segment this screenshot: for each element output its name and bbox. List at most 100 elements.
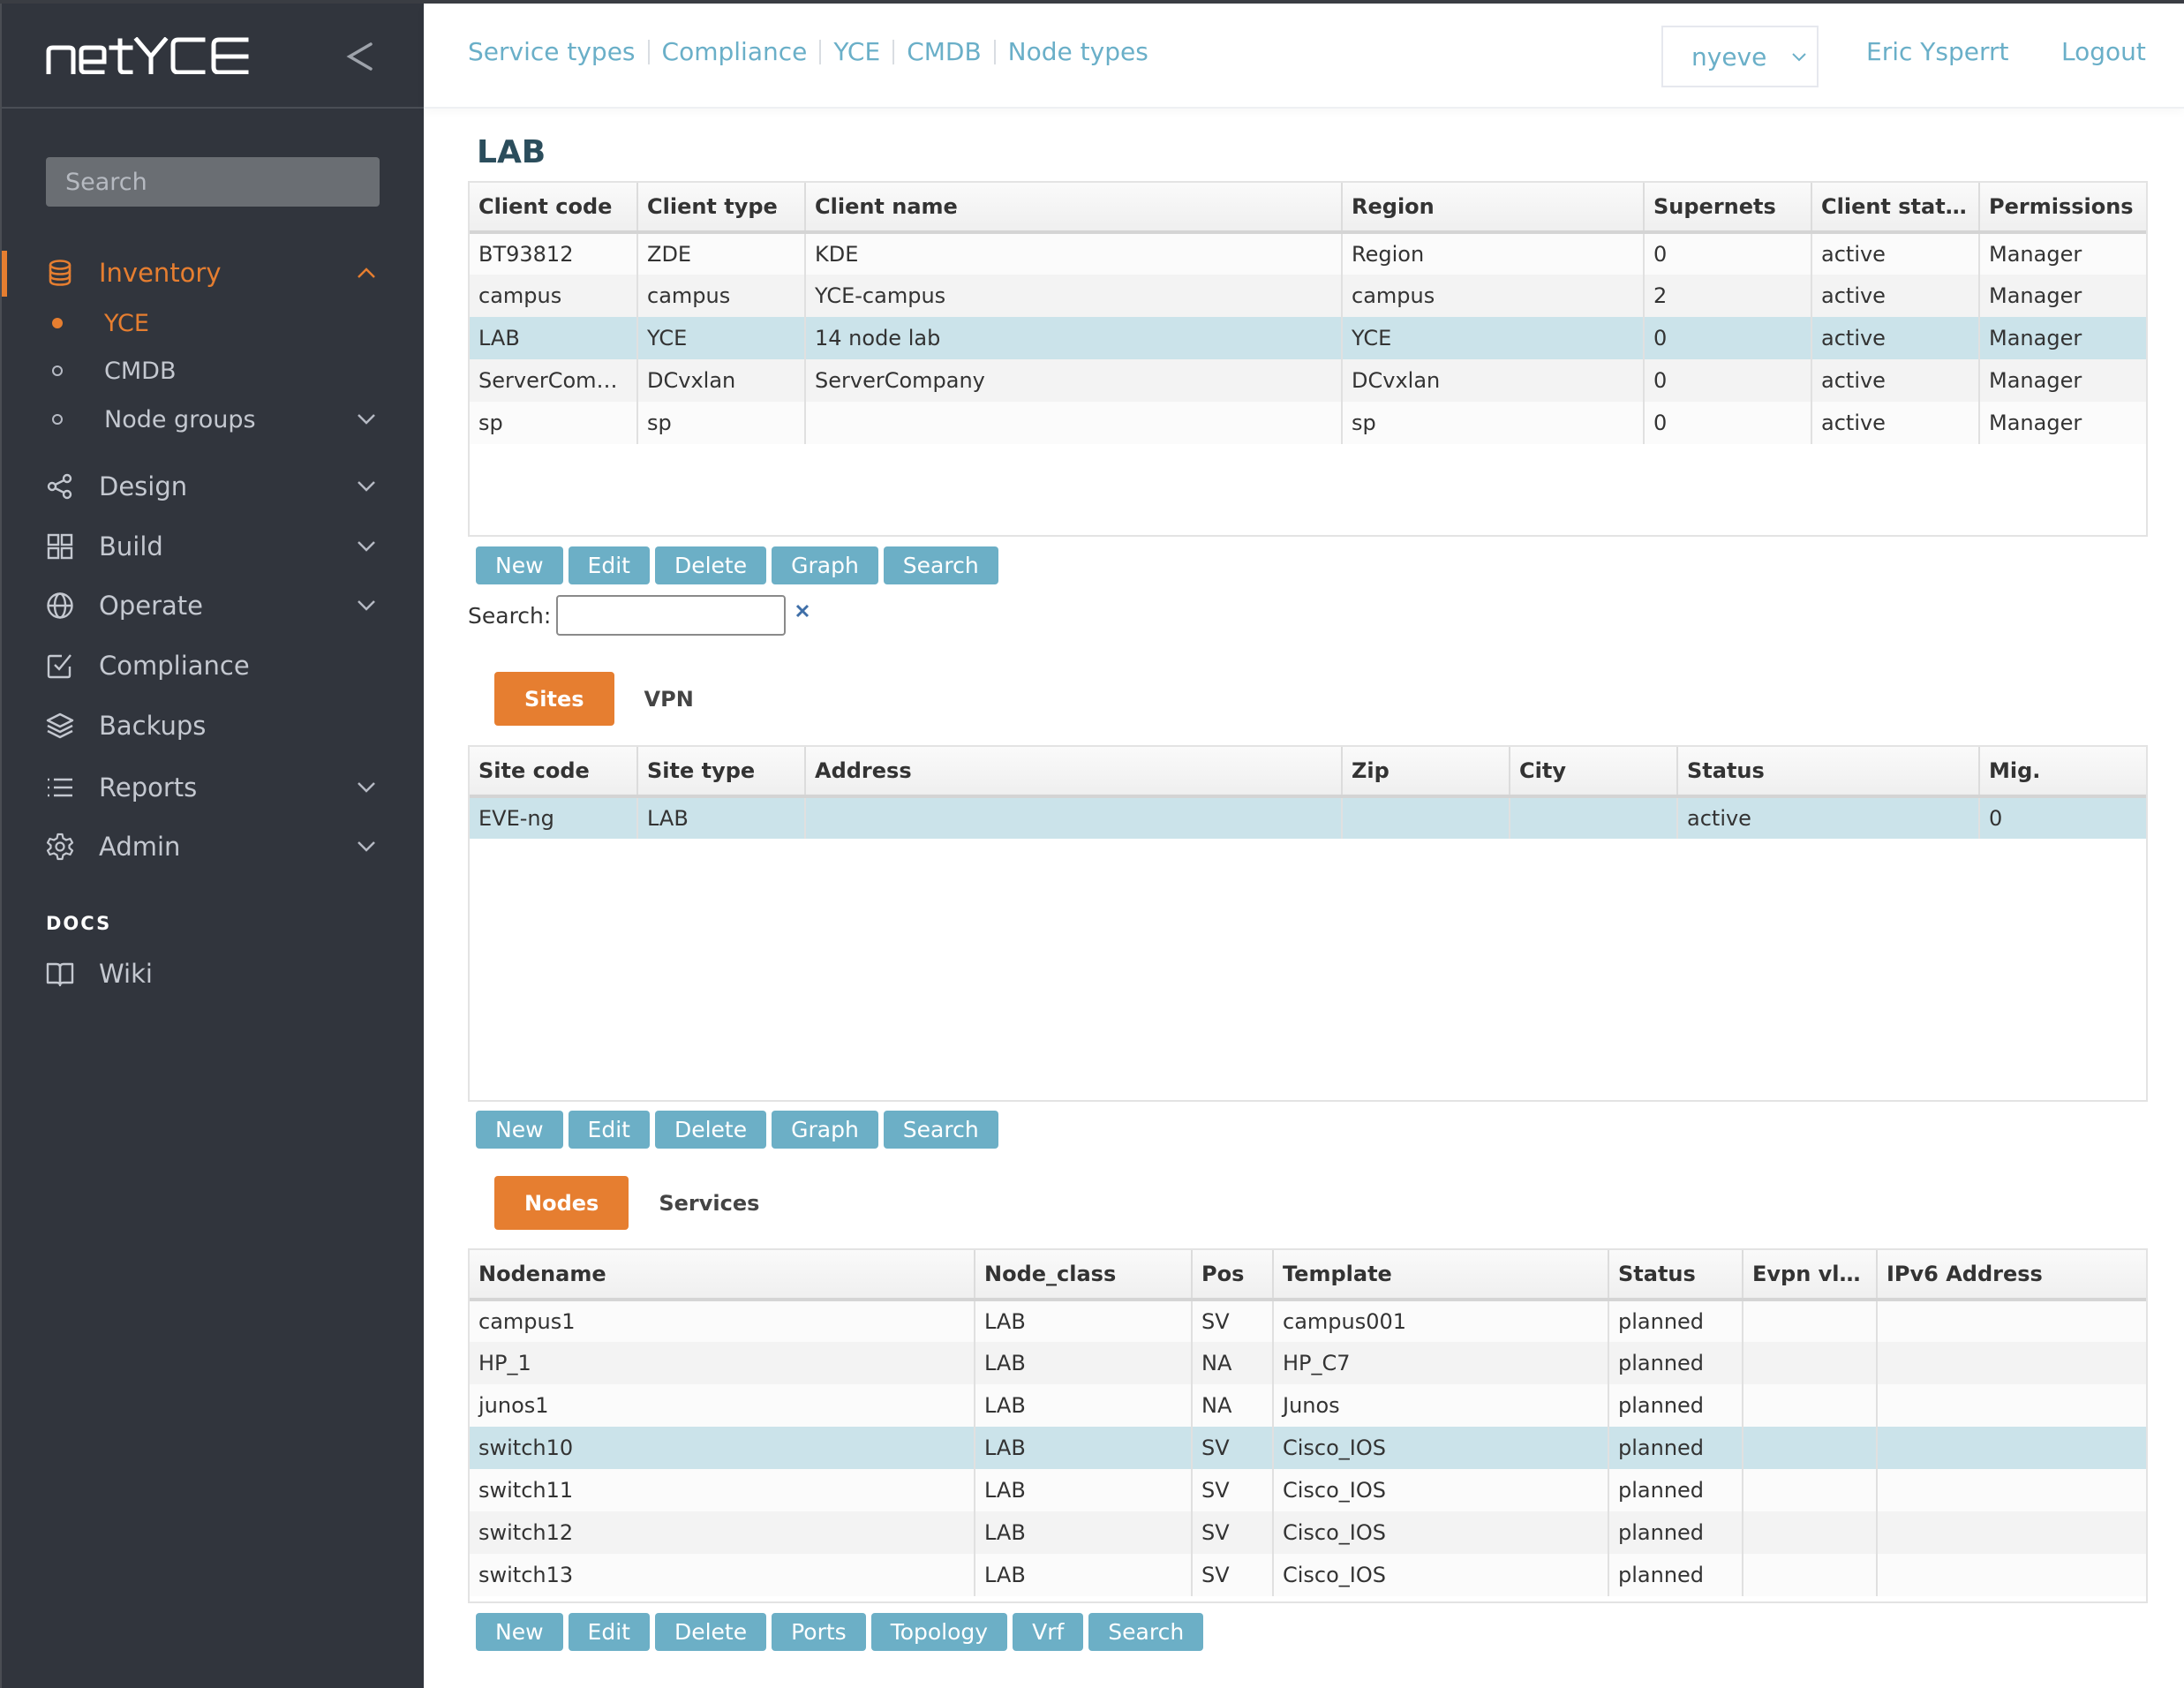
column-header-mig[interactable]: Mig. [1979,747,2146,798]
table-cell-site-code[interactable]: EVE-ng [470,796,638,839]
nav-link-node-types[interactable]: Node types [1008,37,1148,66]
table-cell-client-code[interactable]: BT93812 [470,232,638,275]
sidebar-subitem-node-groups[interactable]: Node groups [2,397,424,441]
table-cell-evpn-vla[interactable] [1743,1384,1878,1427]
tab-services[interactable]: Services [629,1176,789,1230]
table-row[interactable]: BT93812 ZDE KDE Region 0 active Manager [470,232,2146,275]
table-cell-node-class[interactable]: LAB [975,1511,1193,1554]
table-cell-region[interactable]: sp [1342,402,1645,444]
table-cell-client-statu[interactable]: active [1811,317,1980,359]
column-header-template[interactable]: Template [1273,1250,1609,1301]
table-cell-nodename[interactable]: switch10 [470,1427,975,1469]
tab-sites[interactable]: Sites [494,672,614,726]
column-header-status[interactable]: Status [1677,747,1980,798]
table-cell-pos[interactable]: NA [1192,1342,1274,1384]
table-cell-supernets[interactable]: 2 [1644,275,1812,317]
table-row[interactable]: switch13 LAB SV Cisco_IOS planned [470,1554,2146,1596]
column-header-supernets[interactable]: Supernets [1644,183,1812,234]
table-cell-evpn-vla[interactable] [1743,1469,1878,1511]
tab-nodes[interactable]: Nodes [494,1176,629,1230]
table-cell-client-code[interactable]: ServerComp... [470,359,638,402]
collapse-sidebar-icon[interactable] [344,39,374,74]
table-cell-supernets[interactable]: 0 [1644,317,1812,359]
column-header-permissions[interactable]: Permissions [1979,183,2146,234]
table-cell-region[interactable]: YCE [1342,317,1645,359]
table-cell-zip[interactable] [1342,796,1510,839]
table-row[interactable]: campus1 LAB SV campus001 planned [470,1300,2146,1342]
table-cell-client-name[interactable]: 14 node lab [805,317,1343,359]
table-cell-client-type[interactable]: YCE [637,317,806,359]
table-cell-region[interactable]: Region [1342,232,1645,275]
table-cell-address[interactable] [805,796,1343,839]
table-cell-client-name[interactable]: ServerCompany [805,359,1343,402]
table-row[interactable]: HP_1 LAB NA HP_C7 planned [470,1342,2146,1384]
nav-link-cmdb[interactable]: CMDB [907,37,981,66]
table-cell-client-name[interactable]: YCE-campus [805,275,1343,317]
table-cell-client-statu[interactable]: active [1811,275,1980,317]
search-button[interactable]: Search [1088,1613,1204,1651]
table-row[interactable]: LAB YCE 14 node lab YCE 0 active Manager [470,317,2146,359]
table-cell-client-type[interactable]: ZDE [637,232,806,275]
table-cell-status[interactable]: planned [1608,1554,1743,1596]
nav-link-compliance[interactable]: Compliance [662,37,808,66]
table-row[interactable]: campus campus YCE-campus campus 2 active Manag… [470,275,2146,317]
column-header-nodename[interactable]: Nodename [470,1250,975,1301]
table-row[interactable]: sp sp sp 0 active Manager [470,402,2146,444]
sidebar-item-admin[interactable]: Admin [2,820,424,873]
chevron-down-icon[interactable] [357,599,376,612]
table-cell-region[interactable]: campus [1342,275,1645,317]
new-button[interactable]: New [476,1111,563,1149]
edit-button[interactable]: Edit [568,1613,650,1651]
chevron-down-icon[interactable] [357,781,376,794]
table-cell-status[interactable]: planned [1608,1427,1743,1469]
table-cell-client-name[interactable]: KDE [805,232,1343,275]
table-cell-status[interactable]: planned [1608,1384,1743,1427]
sidebar-search-input[interactable] [46,157,380,207]
column-header-client-code[interactable]: Client code [470,183,638,234]
sidebar-subitem-yce[interactable]: YCE [2,301,424,345]
clients-search-input[interactable] [556,595,787,636]
table-cell-evpn-vla[interactable] [1743,1427,1878,1469]
table-cell-pos[interactable]: NA [1192,1384,1274,1427]
table-cell-node-class[interactable]: LAB [975,1384,1193,1427]
column-header-node-class[interactable]: Node_class [975,1250,1193,1301]
column-header-client-name[interactable]: Client name [805,183,1343,234]
chevron-down-icon[interactable] [357,540,376,553]
table-cell-mig[interactable]: 0 [1979,796,2146,839]
sidebar-item-reports[interactable]: Reports [2,761,424,814]
table-cell-template[interactable]: Cisco_IOS [1273,1469,1609,1511]
column-header-client-type[interactable]: Client type [637,183,806,234]
table-cell-supernets[interactable]: 0 [1644,359,1812,402]
table-row[interactable]: switch12 LAB SV Cisco_IOS planned [470,1511,2146,1554]
column-header-status[interactable]: Status [1608,1250,1743,1301]
table-cell-client-code[interactable]: sp [470,402,638,444]
vrf-button[interactable]: Vrf [1013,1613,1084,1651]
table-cell-node-class[interactable]: LAB [975,1469,1193,1511]
table-cell-status[interactable]: planned [1608,1511,1743,1554]
table-cell-region[interactable]: DCvxlan [1342,359,1645,402]
new-button[interactable]: New [476,1613,563,1651]
environment-select[interactable]: nyeve [1661,26,1819,87]
column-header-client-statu[interactable]: Client statu... [1811,183,1980,234]
table-cell-node-class[interactable]: LAB [975,1342,1193,1384]
table-cell-pos[interactable]: SV [1192,1511,1274,1554]
table-row[interactable]: switch11 LAB SV Cisco_IOS planned [470,1469,2146,1511]
delete-button[interactable]: Delete [654,1111,767,1149]
table-cell-client-statu[interactable]: active [1811,232,1980,275]
table-cell-ipv6-address[interactable] [1877,1342,2146,1384]
graph-button[interactable]: Graph [772,1111,878,1149]
table-cell-pos[interactable]: SV [1192,1554,1274,1596]
table-cell-nodename[interactable]: switch11 [470,1469,975,1511]
sidebar-item-compliance[interactable]: Compliance [2,639,424,692]
search-button[interactable]: Search [883,1111,998,1149]
table-cell-evpn-vla[interactable] [1743,1554,1878,1596]
user-profile-link[interactable]: Eric Ysperrt [1866,37,2008,66]
table-cell-ipv6-address[interactable] [1877,1554,2146,1596]
tab-vpn[interactable]: VPN [614,672,724,726]
table-cell-site-type[interactable]: LAB [637,796,806,839]
sidebar-item-build[interactable]: Build [2,520,424,573]
table-cell-pos[interactable]: SV [1192,1469,1274,1511]
table-cell-supernets[interactable]: 0 [1644,402,1812,444]
delete-button[interactable]: Delete [654,1613,767,1651]
ports-button[interactable]: Ports [772,1613,866,1651]
